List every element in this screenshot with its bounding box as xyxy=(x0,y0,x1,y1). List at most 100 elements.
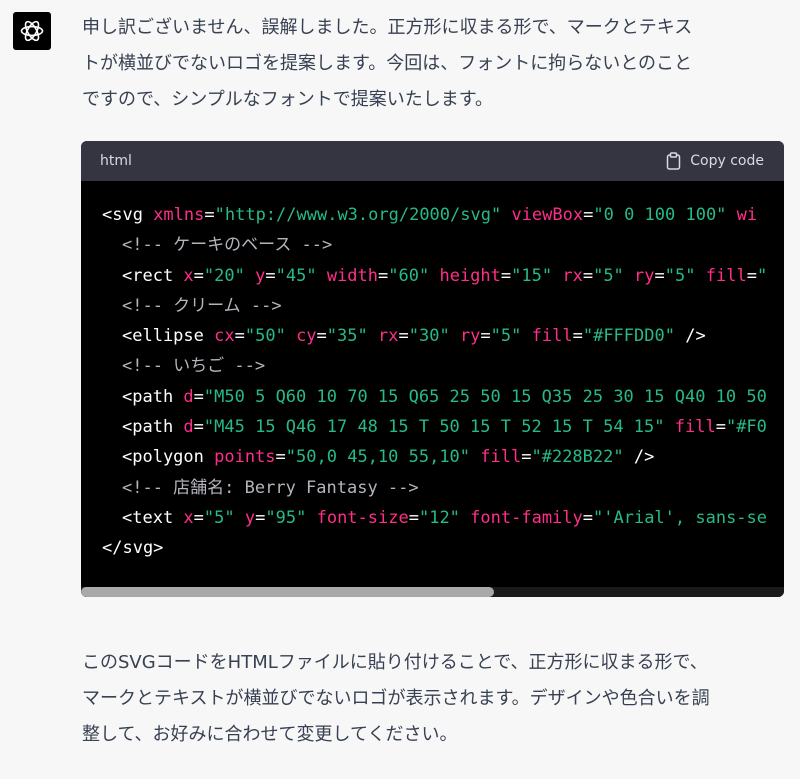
code-tag-token: = xyxy=(500,265,512,286)
intro-line: ですので、シンプルなフォントで提案いたします。 xyxy=(82,89,493,110)
code-string-token: "http://www.w3.org/2000/svg" xyxy=(214,205,502,225)
code-attribute-token: rx xyxy=(378,326,399,347)
code-tag-token: </svg> xyxy=(102,538,164,559)
code-tag-token: = xyxy=(204,205,215,225)
scrollbar-thumb[interactable] xyxy=(81,587,494,597)
code-string-token: " xyxy=(756,265,768,286)
code-tag-token: = xyxy=(715,417,726,438)
code-comment-token: <!-- 店舗名: Berry Fantasy --> xyxy=(122,477,419,498)
code-comment-token: <!-- ケーキのベース --> xyxy=(122,235,333,256)
code-tag-token: = xyxy=(193,507,204,528)
code-tag-token: = xyxy=(572,326,583,347)
code-string-token: "5" xyxy=(203,507,235,528)
code-tag-token: = xyxy=(583,205,594,225)
code-string-token: "M45 15 Q46 17 48 15 T 50 15 T 52 15 T 5… xyxy=(203,417,665,438)
code-tag-token: = xyxy=(193,417,204,438)
code-tag-token: = xyxy=(316,326,327,347)
code-block: html Copy code <svg xmlns="http://www.w3… xyxy=(81,141,784,597)
code-tag-token: = xyxy=(582,265,594,286)
code-attribute-token: ry xyxy=(459,326,481,347)
code-string-token: "45" xyxy=(275,265,317,286)
horizontal-scrollbar[interactable] xyxy=(81,587,784,597)
code-string-token: "5" xyxy=(490,326,522,347)
code-tag-token xyxy=(286,326,296,346)
code-attribute-token: d xyxy=(183,386,194,407)
code-tag-token: = xyxy=(193,265,204,286)
outro-paragraph: このSVGコードをHTMLファイルに貼り付けることで、正方形に収まる形で、 マー… xyxy=(82,645,782,753)
code-tag-token: <polygon xyxy=(122,447,215,468)
code-attribute-token: xmlns xyxy=(153,205,205,225)
code-body[interactable]: <svg xmlns="http://www.w3.org/2000/svg" … xyxy=(81,181,784,597)
code-tag-token: = xyxy=(265,265,276,286)
code-tag-token xyxy=(245,266,255,286)
code-attribute-token: height xyxy=(439,265,501,286)
code-line: <!-- クリーム --> xyxy=(102,291,767,321)
code-tag-token: = xyxy=(582,507,594,528)
code-line: <path d="M50 5 Q60 10 70 15 Q65 25 50 15… xyxy=(102,382,767,412)
code-tag-token xyxy=(429,266,439,286)
code-tag-token: = xyxy=(654,265,665,286)
code-string-token: "'Arial', sans-se xyxy=(593,507,768,528)
code-string-token: "0 0 100 100" xyxy=(593,205,727,225)
code-attribute-token: points xyxy=(214,447,276,468)
code-string-token: "35" xyxy=(326,326,368,347)
code-line: <text x="5" y="95" font-size="12" font-f… xyxy=(102,503,767,533)
code-string-token: "20" xyxy=(203,265,245,286)
code-tag-token xyxy=(501,205,511,225)
code-line: <ellipse cx="50" cy="35" rx="30" ry="5" … xyxy=(102,321,767,351)
code-string-token: "15" xyxy=(511,265,553,286)
code-line: </svg> xyxy=(102,533,767,563)
code-tag-token xyxy=(460,508,470,528)
copy-code-button[interactable]: Copy code xyxy=(666,152,764,170)
code-tag-token xyxy=(624,266,634,286)
intro-line: 申し訳ございません、誤解しました。正方形に収まる形で、マークとテキス xyxy=(82,17,693,38)
openai-logo-icon-graphic xyxy=(20,20,44,42)
code-line: <polygon points="50,0 45,10 55,10" fill=… xyxy=(102,442,767,472)
code-attribute-token: y xyxy=(244,507,256,528)
intro-line: トが横並びでないロゴを提案します。今回は、フォントに拘らないとのこと xyxy=(82,53,693,74)
code-attribute-token: cx xyxy=(214,326,235,347)
code-attribute-token: fill xyxy=(674,417,716,438)
openai-logo-icon xyxy=(13,12,51,50)
code-tag-token xyxy=(696,266,706,286)
code-attribute-token: fill xyxy=(480,447,522,468)
code-string-token: "12" xyxy=(418,507,460,528)
code-tag-token xyxy=(665,417,675,437)
code-line: <path d="M45 15 Q46 17 48 15 T 50 15 T 5… xyxy=(102,412,767,442)
code-attribute-token: d xyxy=(183,417,194,438)
code-string-token: "5" xyxy=(664,265,696,286)
code-line: <!-- ケーキのベース --> xyxy=(102,230,767,260)
code-tag-token xyxy=(552,266,562,286)
code-tag-token: <path xyxy=(122,417,184,438)
code-string-token: "95" xyxy=(265,507,307,528)
code-comment-token: <!-- クリーム --> xyxy=(122,295,282,316)
code-comment-token: <!-- いちご --> xyxy=(122,356,266,377)
outro-line: このSVGコードをHTMLファイルに貼り付けることで、正方形に収まる形で、 xyxy=(82,652,708,673)
code-tag-token: = xyxy=(275,447,286,468)
code-tag-token xyxy=(450,326,460,346)
code-attribute-token: ry xyxy=(634,265,655,286)
code-attribute-token: wi xyxy=(736,205,758,225)
code-tag-token: = xyxy=(746,265,757,286)
code-attribute-token: rx xyxy=(562,265,583,286)
code-tag-token: = xyxy=(521,447,532,468)
code-tag-token xyxy=(726,205,736,225)
code-string-token: "M50 5 Q60 10 70 15 Q65 25 50 15 Q35 25 … xyxy=(203,386,767,407)
code-string-token: "5" xyxy=(593,265,624,286)
code-content: <svg xmlns="http://www.w3.org/2000/svg" … xyxy=(102,200,767,564)
code-tag-token: /> xyxy=(674,326,706,347)
code-tag-token: = xyxy=(378,265,389,286)
code-line: <!-- いちご --> xyxy=(102,351,767,381)
code-tag-token xyxy=(521,326,531,346)
code-tag-token xyxy=(235,508,245,528)
code-attribute-token: width xyxy=(326,265,379,286)
copy-code-label: Copy code xyxy=(690,153,764,169)
code-attribute-token: fill xyxy=(705,265,747,286)
code-attribute-token: fill xyxy=(531,326,573,347)
code-attribute-token: viewBox xyxy=(511,205,584,225)
code-tag-token: <svg xyxy=(102,205,154,225)
code-tag-token: = xyxy=(408,507,419,528)
code-attribute-token: cy xyxy=(296,326,317,347)
code-tag-token: = xyxy=(398,326,409,347)
outro-line: マークとテキストが横並びでないロゴが表示されます。デザインや色合いを調 xyxy=(82,688,710,709)
